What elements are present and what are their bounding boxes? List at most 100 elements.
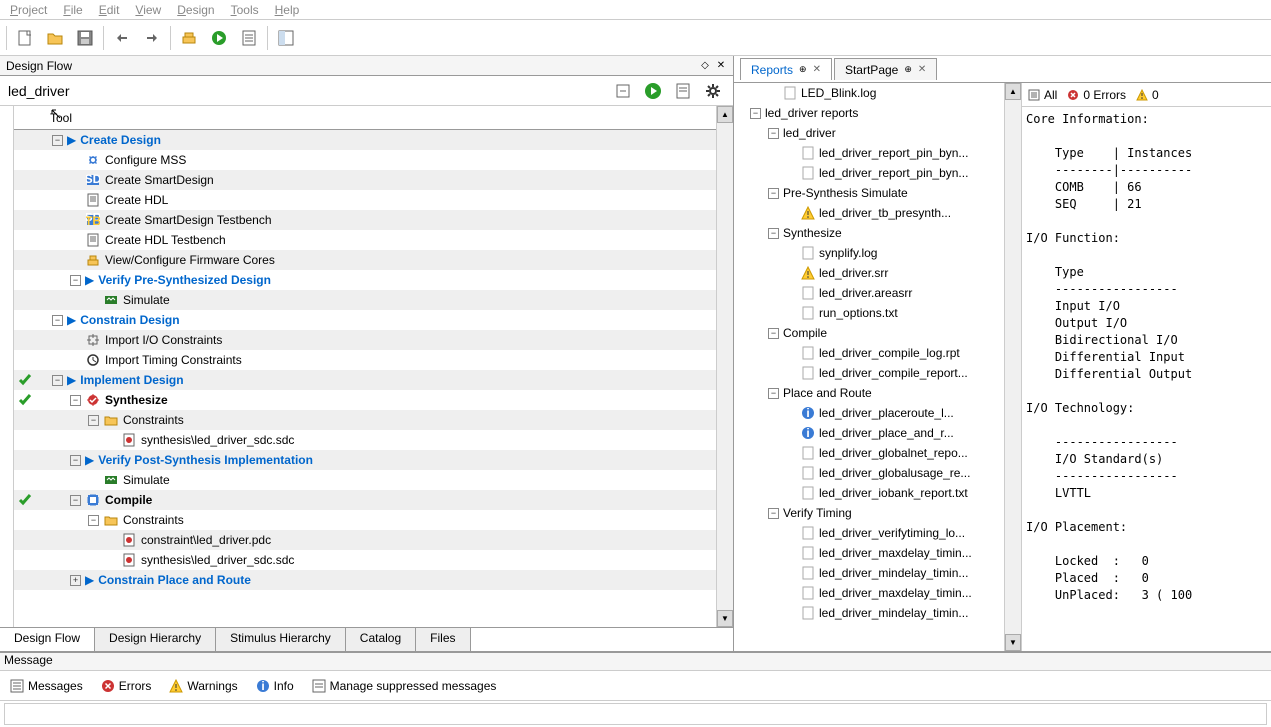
expander-icon[interactable]: −: [88, 415, 99, 426]
design-tree-row[interactable]: −Constraints: [14, 510, 716, 530]
scroll-up-button[interactable]: ▲: [717, 106, 733, 123]
pin-icon[interactable]: ⊕: [904, 64, 912, 75]
layout-button[interactable]: [272, 24, 300, 52]
report-tree-row[interactable]: led_driver_iobank_report.txt: [734, 483, 1021, 503]
expander-icon[interactable]: −: [768, 508, 779, 519]
tab-design-flow[interactable]: Design Flow: [0, 628, 95, 651]
expander-icon[interactable]: −: [70, 495, 81, 506]
tab-design-hierarchy[interactable]: Design Hierarchy: [95, 628, 216, 651]
redo-button[interactable]: [138, 24, 166, 52]
report-tree-row[interactable]: led_driver_mindelay_timin...: [734, 603, 1021, 623]
design-tree-row[interactable]: SDCreate SmartDesign: [14, 170, 716, 190]
menu-tools[interactable]: Tools: [223, 3, 267, 17]
scroll-down-button[interactable]: ▼: [1005, 634, 1021, 651]
report-tree-row[interactable]: led_driver_maxdelay_timin...: [734, 583, 1021, 603]
new-file-button[interactable]: [11, 24, 39, 52]
design-tree-row[interactable]: Create HDL: [14, 190, 716, 210]
expander-icon[interactable]: −: [750, 108, 761, 119]
menu-edit[interactable]: Edit: [91, 3, 128, 17]
open-button[interactable]: [41, 24, 69, 52]
report-tree-row[interactable]: synplify.log: [734, 243, 1021, 263]
design-tree-row[interactable]: Import Timing Constraints: [14, 350, 716, 370]
filter-errors[interactable]: 0 Errors: [1067, 88, 1126, 102]
menu-project[interactable]: Project: [2, 3, 55, 17]
report-tree-row[interactable]: −Pre-Synthesis Simulate: [734, 183, 1021, 203]
report-tree-row[interactable]: led_driver_maxdelay_timin...: [734, 543, 1021, 563]
save-button[interactable]: [71, 24, 99, 52]
design-tree-row[interactable]: Configure MSS: [14, 150, 716, 170]
design-tree-row[interactable]: −▶Implement Design: [14, 370, 716, 390]
report-tree-row[interactable]: led_driver_compile_report...: [734, 363, 1021, 383]
report-tree-row[interactable]: led_driver_compile_log.rpt: [734, 343, 1021, 363]
expander-icon[interactable]: −: [70, 275, 81, 286]
close-icon[interactable]: ✕: [715, 60, 727, 72]
expander-icon[interactable]: −: [768, 128, 779, 139]
report-tree-row[interactable]: −Verify Timing: [734, 503, 1021, 523]
tab-catalog[interactable]: Catalog: [346, 628, 416, 651]
expander-icon[interactable]: −: [52, 135, 63, 146]
expander-icon[interactable]: −: [768, 228, 779, 239]
design-tree-row[interactable]: Import I/O Constraints: [14, 330, 716, 350]
run-button[interactable]: [205, 24, 233, 52]
info-filter[interactable]: iInfo: [256, 679, 294, 693]
script-button[interactable]: [235, 24, 263, 52]
design-tree-row[interactable]: synthesis\led_driver_sdc.sdc: [14, 430, 716, 450]
design-tree-row[interactable]: Simulate: [14, 290, 716, 310]
tab-stimulus-hierarchy[interactable]: Stimulus Hierarchy: [216, 628, 346, 651]
report-tree-row[interactable]: led_driver_globalnet_repo...: [734, 443, 1021, 463]
menu-help[interactable]: Help: [267, 3, 308, 17]
design-tree-row[interactable]: −Constraints: [14, 410, 716, 430]
expander-icon[interactable]: −: [52, 315, 63, 326]
design-tree-row[interactable]: −▶Constrain Design: [14, 310, 716, 330]
report-tree-row[interactable]: led_driver_report_pin_byn...: [734, 163, 1021, 183]
expander-icon[interactable]: −: [768, 328, 779, 339]
close-icon[interactable]: ✕: [918, 64, 926, 75]
design-tree-row[interactable]: View/Configure Firmware Cores: [14, 250, 716, 270]
run-flow-button[interactable]: [641, 79, 665, 103]
expander-icon[interactable]: −: [88, 515, 99, 526]
scroll-down-button[interactable]: ▼: [717, 610, 733, 627]
design-tree-row[interactable]: +▶Constrain Place and Route: [14, 570, 716, 590]
report-tree-row[interactable]: −led_driver: [734, 123, 1021, 143]
menu-view[interactable]: View: [127, 3, 169, 17]
report-tree-row[interactable]: −Synthesize: [734, 223, 1021, 243]
report-tree-row[interactable]: −Place and Route: [734, 383, 1021, 403]
report-tree-row[interactable]: −Compile: [734, 323, 1021, 343]
report-tree-row[interactable]: led_driver.areasrr: [734, 283, 1021, 303]
menu-design[interactable]: Design: [169, 3, 222, 17]
warnings-filter[interactable]: Warnings: [169, 679, 237, 693]
report-tree-row[interactable]: −led_driver reports: [734, 103, 1021, 123]
expander-icon[interactable]: −: [768, 388, 779, 399]
report-tree-row[interactable]: LED_Blink.log: [734, 83, 1021, 103]
filter-all[interactable]: All: [1028, 88, 1057, 102]
report-tree-row[interactable]: run_options.txt: [734, 303, 1021, 323]
manage-suppressed[interactable]: Manage suppressed messages: [312, 679, 497, 693]
messages-filter[interactable]: Messages: [10, 679, 83, 693]
report-tree-row[interactable]: led_driver_globalusage_re...: [734, 463, 1021, 483]
report-tree-row[interactable]: led_driver_mindelay_timin...: [734, 563, 1021, 583]
design-tree-row[interactable]: −Compile: [14, 490, 716, 510]
report-tree-row[interactable]: iled_driver_place_and_r...: [734, 423, 1021, 443]
undo-button[interactable]: [108, 24, 136, 52]
reports-tree[interactable]: LED_Blink.log−led_driver reports−led_dri…: [734, 83, 1022, 651]
report-button[interactable]: [671, 79, 695, 103]
report-tree-row[interactable]: iled_driver_placeroute_l...: [734, 403, 1021, 423]
reports-scrollbar[interactable]: ▲ ▼: [1004, 83, 1021, 651]
errors-filter[interactable]: Errors: [101, 679, 152, 693]
collapse-button[interactable]: [611, 79, 635, 103]
expander-icon[interactable]: −: [768, 188, 779, 199]
scroll-up-button[interactable]: ▲: [1005, 83, 1021, 100]
design-tree-row[interactable]: synthesis\led_driver_sdc.sdc: [14, 550, 716, 570]
expander-icon[interactable]: +: [70, 575, 81, 586]
tree-scrollbar[interactable]: ▲ ▼: [716, 106, 733, 627]
tab-startpage[interactable]: StartPage⊕✕: [834, 58, 937, 80]
tab-reports[interactable]: Reports⊕✕: [740, 58, 832, 80]
design-tree-row[interactable]: −▶Verify Post-Synthesis Implementation: [14, 450, 716, 470]
tab-files[interactable]: Files: [416, 628, 470, 651]
design-tree-row[interactable]: −▶Verify Pre-Synthesized Design: [14, 270, 716, 290]
settings-button[interactable]: [701, 79, 725, 103]
design-tree-row[interactable]: SDTBCreate SmartDesign Testbench: [14, 210, 716, 230]
design-tree-row[interactable]: −Synthesize: [14, 390, 716, 410]
expander-icon[interactable]: −: [70, 395, 81, 406]
catalog-button[interactable]: [175, 24, 203, 52]
